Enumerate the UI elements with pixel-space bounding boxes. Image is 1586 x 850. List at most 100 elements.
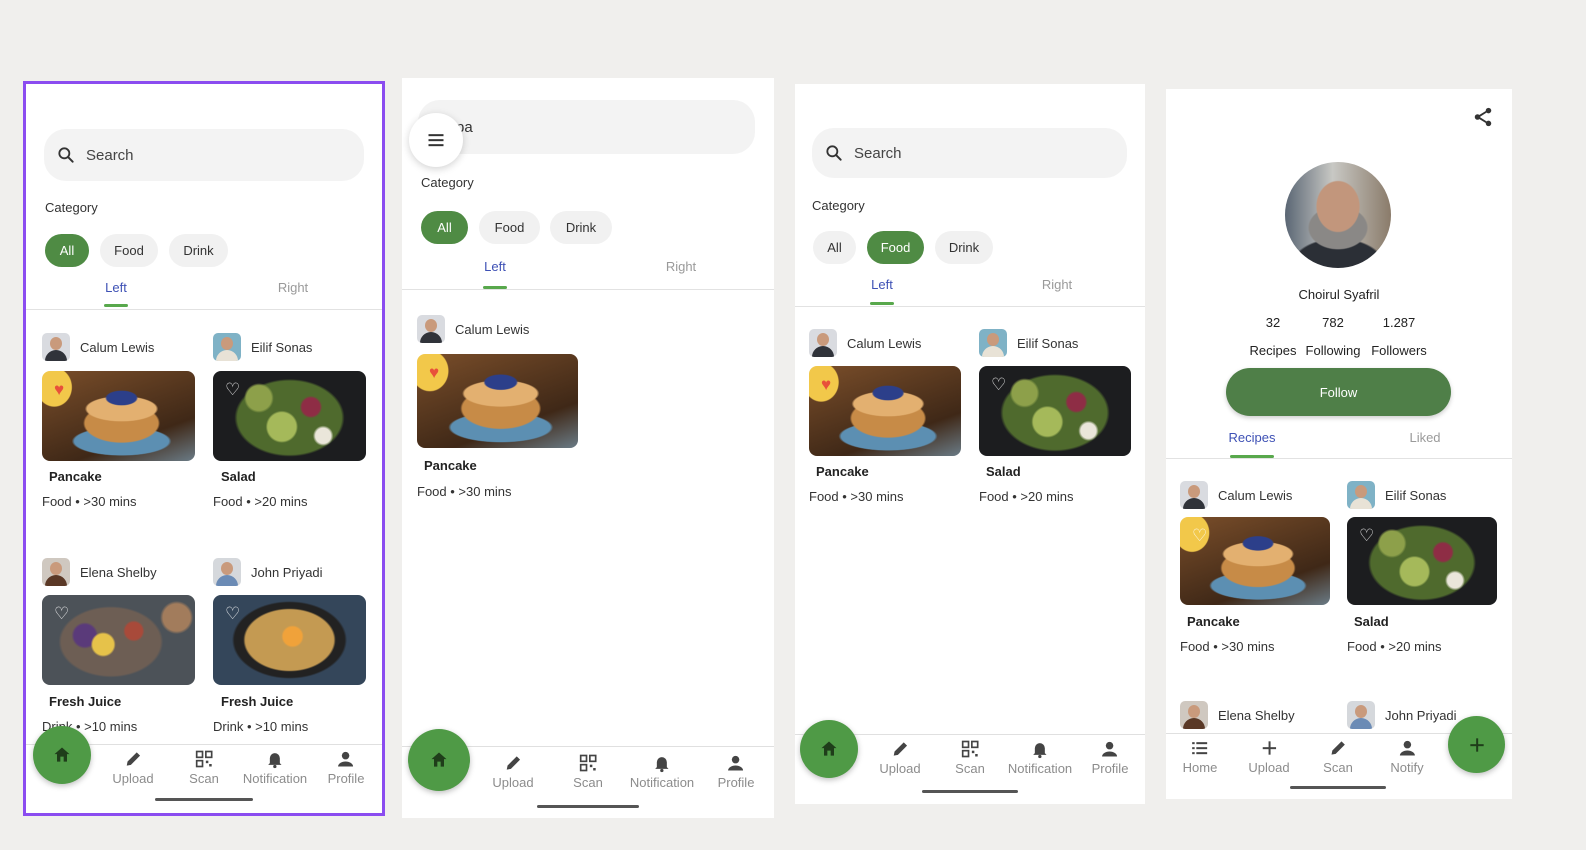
pencil-icon <box>1331 741 1345 755</box>
recipe-name: Pancake <box>424 458 477 473</box>
nav-label: Upload <box>112 771 154 786</box>
search-input[interactable]: pa <box>418 100 755 154</box>
author-name: John Priyadi <box>251 564 323 580</box>
recipe-image-pancake[interactable]: ♥ <box>417 354 578 448</box>
nav-label: Profile <box>717 775 755 790</box>
recipe-name: Fresh Juice <box>49 694 122 709</box>
tab-divider <box>26 309 382 310</box>
author[interactable]: Eilif Sonas <box>213 333 312 361</box>
bell-icon <box>1033 743 1047 759</box>
follow-button[interactable]: Follow <box>1226 368 1451 416</box>
recipe-image-pancake[interactable]: ♡ <box>1180 517 1330 605</box>
nav-notification[interactable]: Notification <box>243 749 307 786</box>
chip-drink[interactable]: Drink <box>169 234 228 267</box>
tab-liked[interactable]: Liked <box>1409 430 1440 445</box>
heart-filled-icon[interactable]: ♥ <box>429 364 439 381</box>
nav-notify[interactable]: Notify <box>1390 738 1424 775</box>
category-label: Category <box>421 175 474 190</box>
author[interactable]: Eilif Sonas <box>979 329 1078 357</box>
nav-notification[interactable]: Notification <box>1008 739 1072 776</box>
bell-icon <box>655 757 669 773</box>
recipe-meta: Food • >20 mins <box>213 494 308 509</box>
nav-scan[interactable]: Scan <box>955 739 985 776</box>
author[interactable]: Calum Lewis <box>1180 481 1292 509</box>
recipe-image-salad[interactable]: ♡ <box>1347 517 1497 605</box>
author[interactable]: Eilif Sonas <box>1347 481 1446 509</box>
chip-drink[interactable]: Drink <box>935 231 993 264</box>
tab-left[interactable]: Left <box>105 280 127 295</box>
heart-outline-icon[interactable]: ♡ <box>1192 527 1207 544</box>
stat-following-count: 782 <box>1322 315 1344 330</box>
author[interactable]: Calum Lewis <box>809 329 921 357</box>
nav-scan[interactable]: Scan <box>573 753 603 790</box>
nav-upload[interactable]: Upload <box>492 753 534 790</box>
add-fab[interactable] <box>1448 716 1505 773</box>
nav-profile[interactable]: Profile <box>717 753 755 790</box>
home-icon <box>54 747 70 762</box>
avatar <box>979 329 1007 357</box>
stat-recipes-label: Recipes <box>1249 343 1297 358</box>
search-icon <box>826 145 842 161</box>
home-fab[interactable] <box>800 720 858 778</box>
chip-all[interactable]: All <box>45 234 89 267</box>
search-input[interactable]: Search <box>812 128 1127 178</box>
author[interactable]: John Priyadi <box>213 558 323 586</box>
recipe-image-salad[interactable]: ♡ <box>213 371 366 461</box>
home-fab[interactable] <box>33 726 91 784</box>
author[interactable]: John Priyadi <box>1347 701 1457 729</box>
nav-profile[interactable]: Profile <box>328 749 364 786</box>
recipe-name: Fresh Juice <box>221 694 294 709</box>
chip-food[interactable]: Food <box>479 211 540 244</box>
heart-outline-icon[interactable]: ♡ <box>991 376 1006 393</box>
search-input[interactable]: Search <box>44 129 364 181</box>
heart-outline-icon[interactable]: ♡ <box>54 605 69 622</box>
avatar <box>417 315 445 343</box>
author[interactable]: Elena Shelby <box>1180 701 1295 729</box>
avatar <box>213 558 241 586</box>
nav-notification[interactable]: Notification <box>630 753 694 790</box>
nav-upload[interactable]: Upload <box>112 749 154 786</box>
nav-home[interactable]: Home <box>1183 738 1217 775</box>
recipe-image-pancake[interactable]: ♥ <box>809 366 961 456</box>
heart-filled-icon[interactable]: ♥ <box>821 376 831 393</box>
recipe-image-dessert-pan[interactable]: ♡ <box>213 595 366 685</box>
stat-followers-label: Followers <box>1371 343 1427 358</box>
tab-left[interactable]: Left <box>484 259 506 274</box>
recipe-image-salad[interactable]: ♡ <box>979 366 1131 456</box>
nav-label: Upload <box>879 761 921 776</box>
nav-label: Profile <box>1091 761 1129 776</box>
recipe-image-pancake[interactable]: ♥ <box>42 371 195 461</box>
heart-filled-icon[interactable]: ♥ <box>54 381 64 398</box>
tab-right[interactable]: Right <box>1042 277 1072 292</box>
author[interactable]: Calum Lewis <box>417 315 529 343</box>
recipe-meta: Food • >30 mins <box>1180 639 1275 654</box>
heart-outline-icon[interactable]: ♡ <box>225 605 240 622</box>
recipe-image-fruit-bowl[interactable]: ♡ <box>42 595 195 685</box>
tab-left[interactable]: Left <box>871 277 893 292</box>
tab-right[interactable]: Right <box>278 280 308 295</box>
nav-scan[interactable]: Scan <box>189 749 219 786</box>
chip-food[interactable]: Food <box>100 234 158 267</box>
chip-all[interactable]: All <box>421 211 468 244</box>
nav-label: Notify <box>1390 760 1424 775</box>
recipe-name: Pancake <box>1187 614 1240 629</box>
nav-scan[interactable]: Scan <box>1323 738 1353 775</box>
heart-outline-icon[interactable]: ♡ <box>225 381 240 398</box>
nav-profile[interactable]: Profile <box>1091 739 1129 776</box>
nav-upload[interactable]: Upload <box>1248 738 1290 775</box>
tab-indicator <box>104 304 128 307</box>
chip-food[interactable]: Food <box>867 231 924 264</box>
home-fab[interactable] <box>408 729 470 791</box>
chip-all[interactable]: All <box>813 231 856 264</box>
chip-drink[interactable]: Drink <box>550 211 612 244</box>
screen-search-results: pa Category All Food Drink Left Right Ca… <box>402 78 774 818</box>
author[interactable]: Elena Shelby <box>42 558 157 586</box>
share-icon[interactable] <box>1472 106 1494 128</box>
tab-recipes[interactable]: Recipes <box>1229 430 1276 445</box>
heart-outline-icon[interactable]: ♡ <box>1359 527 1374 544</box>
menu-button[interactable] <box>409 113 463 167</box>
plus-icon <box>1262 741 1276 755</box>
tab-right[interactable]: Right <box>666 259 696 274</box>
nav-upload[interactable]: Upload <box>879 739 921 776</box>
author[interactable]: Calum Lewis <box>42 333 154 361</box>
